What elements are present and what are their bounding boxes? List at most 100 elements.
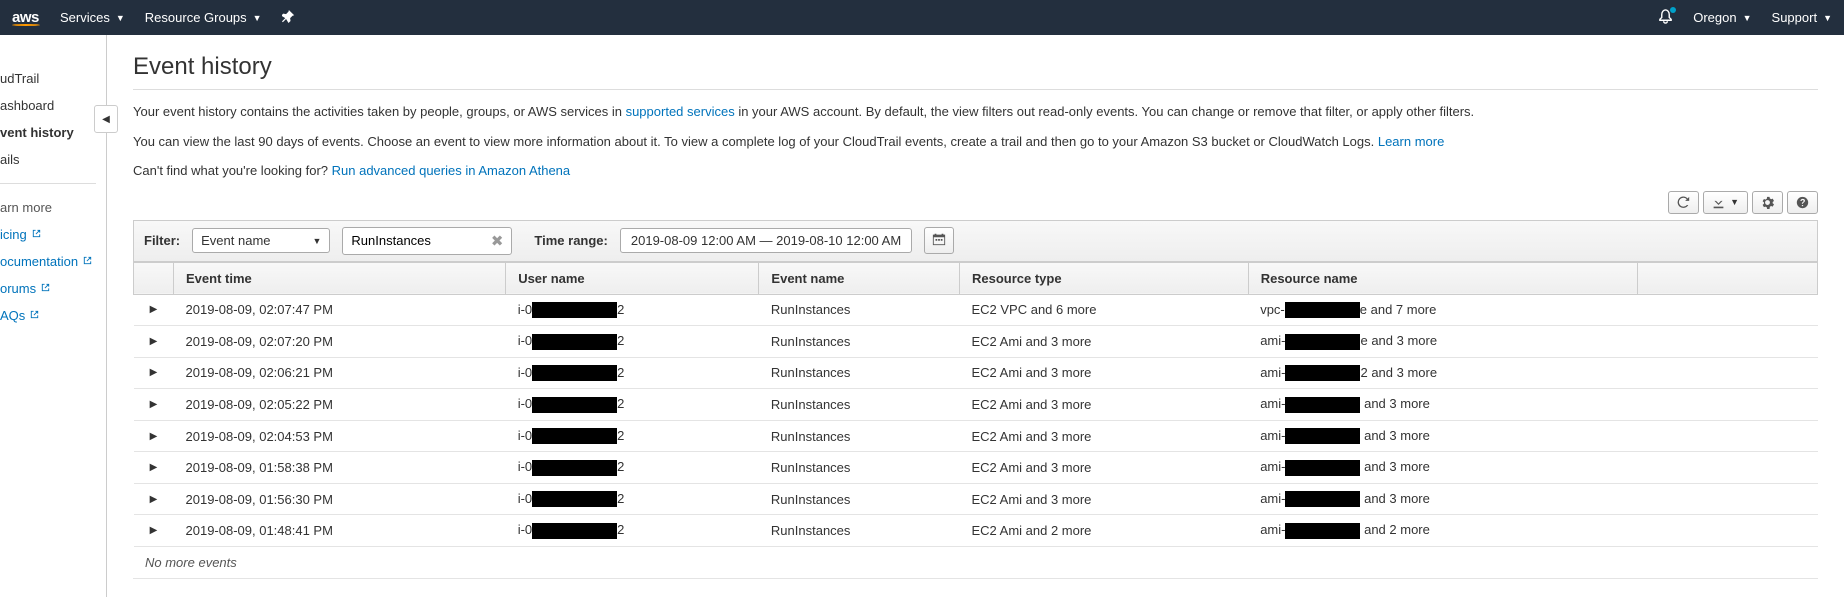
cell-event-time: 2019-08-09, 02:04:53 PM: [174, 420, 506, 452]
refresh-icon: [1677, 196, 1690, 209]
description-line-2: You can view the last 90 days of events.…: [133, 132, 1818, 152]
aws-logo[interactable]: aws: [12, 9, 40, 26]
sidebar-link-faqs[interactable]: AQs: [0, 302, 106, 329]
table-row[interactable]: ▶2019-08-09, 01:58:38 PMi-02RunInstances…: [134, 452, 1818, 484]
cell-resource-name: ami- and 3 more: [1248, 420, 1637, 452]
expand-row-icon[interactable]: ▶: [134, 452, 174, 484]
chevron-down-icon: ▼: [1743, 13, 1752, 23]
notification-dot: [1670, 7, 1676, 13]
expand-row-icon[interactable]: ▶: [134, 389, 174, 421]
sidebar-item-event-history[interactable]: vent history: [0, 119, 106, 146]
table-row[interactable]: ▶2019-08-09, 01:56:30 PMi-02RunInstances…: [134, 483, 1818, 515]
cell-event-time: 2019-08-09, 02:06:21 PM: [174, 357, 506, 389]
sidebar-collapse-button[interactable]: ◀: [94, 105, 118, 133]
cell-resource-type: EC2 Ami and 3 more: [959, 483, 1248, 515]
expand-row-icon[interactable]: ▶: [134, 515, 174, 547]
cell-event-name: RunInstances: [759, 452, 960, 484]
settings-button[interactable]: [1752, 191, 1783, 214]
resource-groups-menu[interactable]: Resource Groups▼: [145, 10, 262, 25]
filter-value-input[interactable]: [351, 233, 471, 248]
col-event-name[interactable]: Event name: [759, 262, 960, 294]
sidebar-item-dashboard[interactable]: ashboard: [0, 92, 106, 119]
chevron-down-icon: ▼: [116, 13, 125, 23]
sidebar-link-forums[interactable]: orums: [0, 275, 106, 302]
cell-event-name: RunInstances: [759, 326, 960, 358]
filter-value-input-wrapper: ✖: [342, 227, 512, 255]
expand-row-icon[interactable]: ▶: [134, 420, 174, 452]
sidebar-link-pricing[interactable]: icing: [0, 221, 106, 248]
cell-user-name: i-02: [506, 389, 759, 421]
table-row[interactable]: ▶2019-08-09, 02:05:22 PMi-02RunInstances…: [134, 389, 1818, 421]
refresh-button[interactable]: [1668, 191, 1699, 214]
table-row[interactable]: ▶2019-08-09, 02:07:47 PMi-02RunInstances…: [134, 294, 1818, 326]
table-row[interactable]: ▶2019-08-09, 01:48:41 PMi-02RunInstances…: [134, 515, 1818, 547]
table-row[interactable]: ▶2019-08-09, 02:06:21 PMi-02RunInstances…: [134, 357, 1818, 389]
cell-event-name: RunInstances: [759, 420, 960, 452]
sidebar-service-title[interactable]: udTrail: [0, 65, 106, 92]
cell-event-time: 2019-08-09, 01:56:30 PM: [174, 483, 506, 515]
table-row[interactable]: ▶2019-08-09, 02:07:20 PMi-02RunInstances…: [134, 326, 1818, 358]
help-button[interactable]: [1787, 191, 1818, 214]
cell-event-time: 2019-08-09, 01:48:41 PM: [174, 515, 506, 547]
region-selector[interactable]: Oregon▼: [1693, 10, 1751, 25]
col-user-name[interactable]: User name: [506, 262, 759, 294]
expand-row-icon[interactable]: ▶: [134, 357, 174, 389]
notifications-icon[interactable]: [1658, 9, 1673, 27]
cell-event-name: RunInstances: [759, 515, 960, 547]
cell-user-name: i-02: [506, 515, 759, 547]
external-link-icon: [31, 227, 42, 242]
athena-link[interactable]: Run advanced queries in Amazon Athena: [332, 163, 571, 178]
clear-filter-icon[interactable]: ✖: [491, 232, 504, 250]
col-spacer: [1638, 262, 1818, 294]
support-menu[interactable]: Support▼: [1772, 10, 1832, 25]
cell-resource-name: ami- and 3 more: [1248, 452, 1637, 484]
col-resource-type[interactable]: Resource type: [959, 262, 1248, 294]
filter-label: Filter:: [144, 233, 180, 248]
cell-resource-type: EC2 Ami and 3 more: [959, 452, 1248, 484]
expand-row-icon[interactable]: ▶: [134, 294, 174, 326]
calendar-icon: [932, 232, 946, 246]
cell-resource-type: EC2 Ami and 2 more: [959, 515, 1248, 547]
download-button[interactable]: ▼: [1703, 191, 1748, 214]
cell-resource-name: ami- and 3 more: [1248, 483, 1637, 515]
col-resource-name[interactable]: Resource name: [1248, 262, 1637, 294]
learn-more-link[interactable]: Learn more: [1378, 134, 1444, 149]
cell-resource-name: vpc-e and 7 more: [1248, 294, 1637, 326]
cell-user-name: i-02: [506, 326, 759, 358]
main-content: Event history Your event history contain…: [107, 35, 1844, 597]
help-icon: [1796, 196, 1809, 209]
cell-resource-type: EC2 Ami and 3 more: [959, 420, 1248, 452]
pin-icon[interactable]: [282, 10, 295, 26]
table-row[interactable]: ▶2019-08-09, 02:04:53 PMi-02RunInstances…: [134, 420, 1818, 452]
supported-services-link[interactable]: supported services: [626, 104, 735, 119]
timerange-input[interactable]: 2019-08-09 12:00 AM — 2019-08-10 12:00 A…: [620, 228, 912, 253]
chevron-down-icon: ▼: [1730, 197, 1739, 207]
col-event-time[interactable]: Event time: [174, 262, 506, 294]
gear-icon: [1761, 196, 1774, 209]
timerange-label: Time range:: [534, 233, 607, 248]
no-more-events: No more events: [133, 547, 1818, 579]
calendar-button[interactable]: [924, 227, 954, 254]
expand-row-icon[interactable]: ▶: [134, 483, 174, 515]
cell-event-time: 2019-08-09, 02:07:20 PM: [174, 326, 506, 358]
cell-resource-name: ami- and 2 more: [1248, 515, 1637, 547]
cell-event-time: 2019-08-09, 02:05:22 PM: [174, 389, 506, 421]
sidebar: ◀ udTrail ashboard vent history ails arn…: [0, 35, 107, 597]
download-icon: [1712, 196, 1725, 209]
sidebar-learn-more-heading: arn more: [0, 194, 106, 221]
external-link-icon: [40, 281, 51, 296]
cell-resource-name: ami-e and 3 more: [1248, 326, 1637, 358]
filter-attribute-select[interactable]: Event name ▼: [192, 228, 330, 253]
cell-resource-type: EC2 VPC and 6 more: [959, 294, 1248, 326]
chevron-down-icon: ▼: [253, 13, 262, 23]
sidebar-link-documentation[interactable]: ocumentation: [0, 248, 106, 275]
page-title: Event history: [133, 53, 1818, 81]
col-expand: [134, 262, 174, 294]
cell-user-name: i-02: [506, 294, 759, 326]
cell-resource-type: EC2 Ami and 3 more: [959, 326, 1248, 358]
cell-event-name: RunInstances: [759, 294, 960, 326]
sidebar-item-trails[interactable]: ails: [0, 146, 106, 173]
services-menu[interactable]: Services▼: [60, 10, 125, 25]
external-link-icon: [29, 308, 40, 323]
expand-row-icon[interactable]: ▶: [134, 326, 174, 358]
